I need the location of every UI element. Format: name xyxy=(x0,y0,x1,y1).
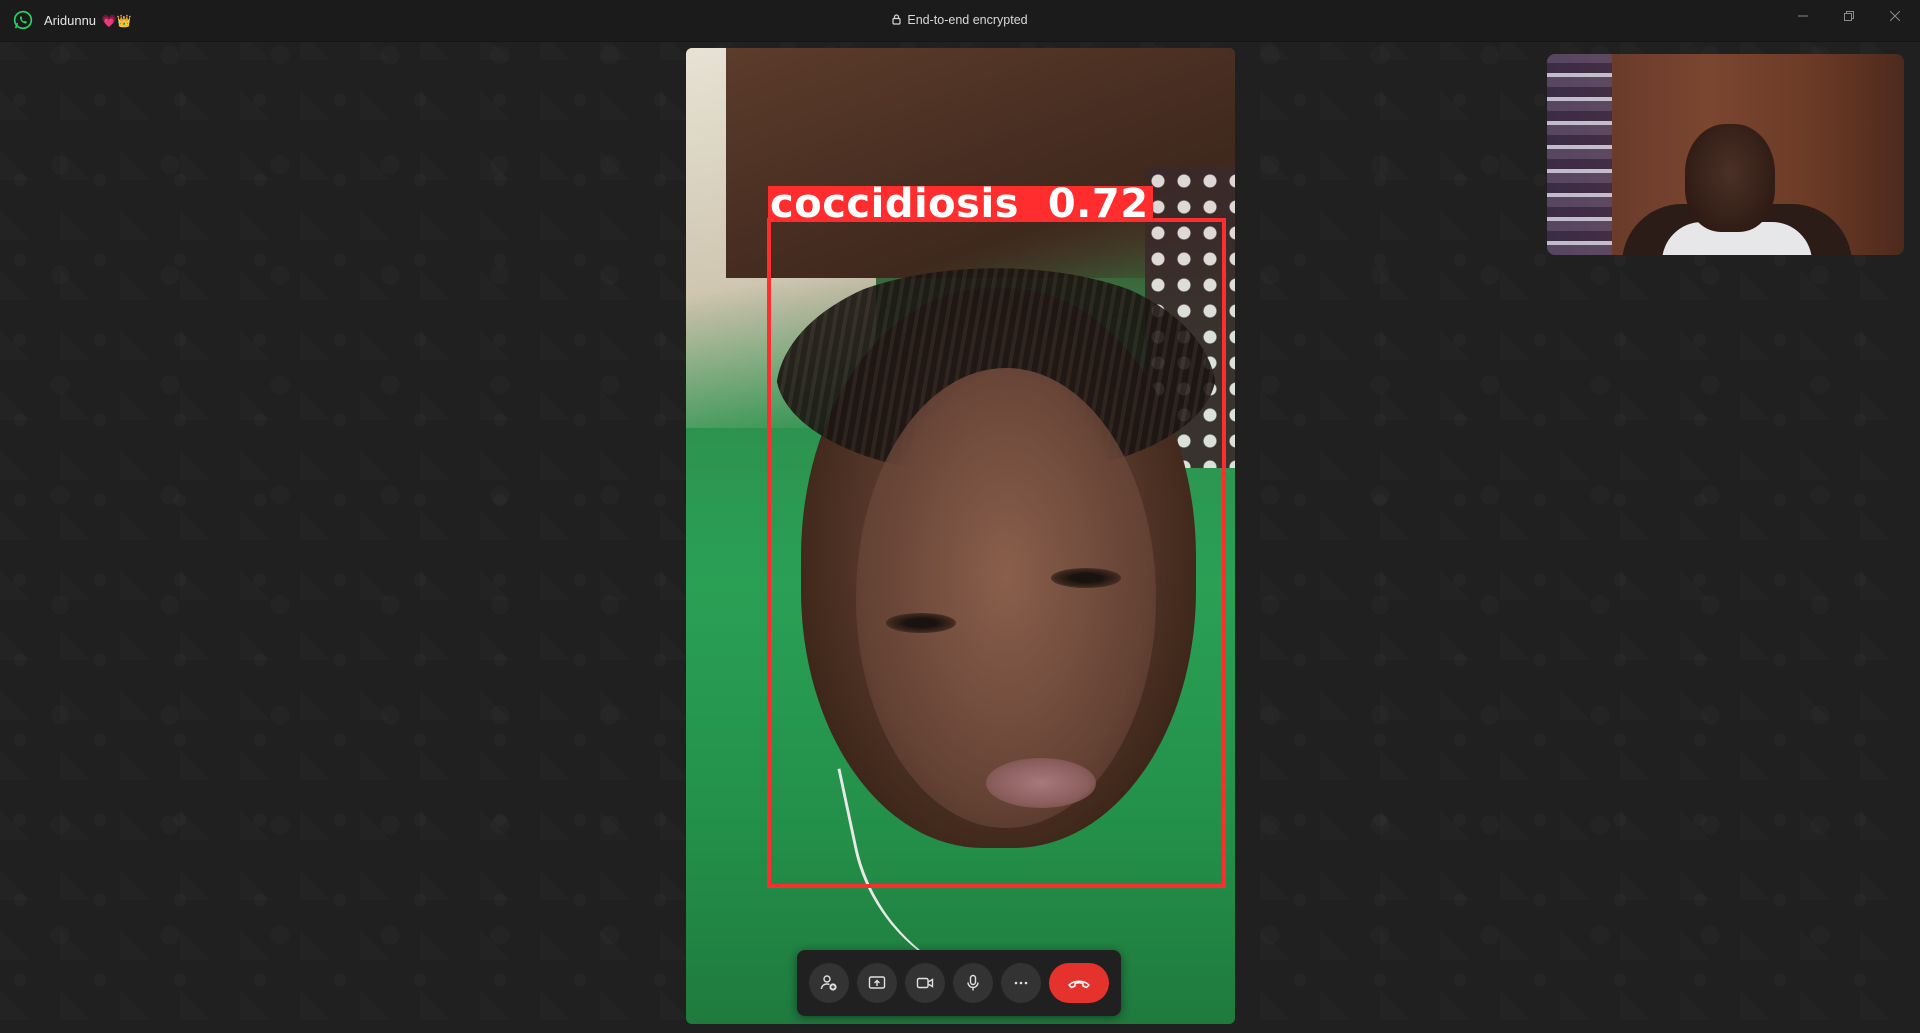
microphone-icon xyxy=(967,974,979,991)
minimize-button[interactable] xyxy=(1780,0,1826,32)
encryption-text: End-to-end encrypted xyxy=(907,13,1028,27)
call-controls-bar xyxy=(797,950,1121,1016)
close-button[interactable] xyxy=(1872,0,1918,32)
video-camera-icon xyxy=(916,977,934,989)
add-participant-button[interactable] xyxy=(809,963,849,1003)
restore-button[interactable] xyxy=(1826,0,1872,32)
self-view-head xyxy=(1685,124,1775,232)
end-call-button[interactable] xyxy=(1049,963,1109,1003)
add-person-icon xyxy=(820,975,837,991)
restore-icon xyxy=(1844,11,1854,21)
detection-bounding-box xyxy=(767,218,1226,888)
call-window: Aridunnu 💗👑 End-to-end encrypted coccidi… xyxy=(0,0,1920,1033)
detection-label: coccidiosis 0.72 xyxy=(768,184,1153,224)
close-icon xyxy=(1890,11,1900,21)
self-view-video[interactable] xyxy=(1547,54,1904,255)
more-options-button[interactable] xyxy=(1001,963,1041,1003)
hang-up-icon xyxy=(1068,980,1090,989)
title-bar: Aridunnu 💗👑 End-to-end encrypted xyxy=(0,0,1920,42)
camera-button[interactable] xyxy=(905,963,945,1003)
share-screen-icon xyxy=(868,976,886,989)
encryption-status: End-to-end encrypted xyxy=(0,13,1920,27)
more-dots-icon xyxy=(1014,981,1028,985)
self-view-curtain xyxy=(1547,54,1612,255)
lock-icon xyxy=(892,14,901,25)
share-screen-button[interactable] xyxy=(857,963,897,1003)
microphone-button[interactable] xyxy=(953,963,993,1003)
minimize-icon xyxy=(1798,15,1808,17)
